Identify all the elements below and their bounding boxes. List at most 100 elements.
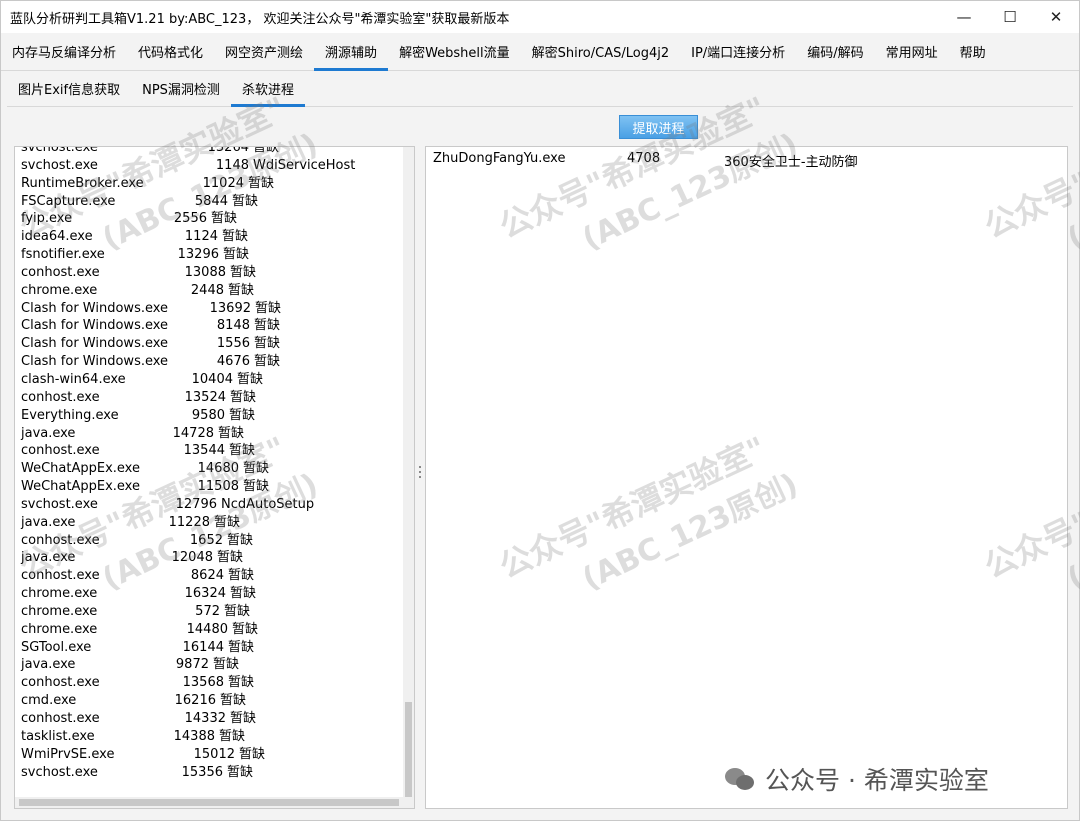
process-pid: 14480 [186,621,228,637]
process-name: java.exe [21,550,76,566]
process-name: conhost.exe [21,389,100,405]
tab-shiro-decrypt[interactable]: 解密Shiro/CAS/Log4j2 [521,33,680,70]
process-pid: 13568 [182,675,224,691]
scrollbar-thumb[interactable] [405,702,412,798]
process-desc: 暂缺 [229,443,256,459]
process-desc: 暂缺 [223,247,250,263]
footer-watermark: 公众号 · 希潭实验室 [723,761,989,797]
process-pid: 1556 [216,336,250,352]
process-pid: 13264 [207,146,249,155]
tab-encode-decode[interactable]: 编码/解码 [796,33,874,70]
process-name: java.exe [21,425,76,441]
process-pid: 14388 [173,728,215,744]
process-pid: 14332 [184,711,226,726]
process-name: conhost.exe [21,711,100,726]
process-pid: 9872 [175,657,209,673]
process-pid: 1148 [215,157,249,173]
tab-code-format[interactable]: 代码格式化 [127,33,214,70]
tab-memshell[interactable]: 内存马反编译分析 [1,33,127,70]
process-name: chrome.exe [21,621,98,637]
close-button[interactable]: ✕ [1033,1,1079,33]
process-name: FSCapture.exe [21,193,116,209]
subtab-exif[interactable]: 图片Exif信息获取 [7,71,131,106]
process-desc: 暂缺 [213,657,240,673]
process-name: svchost.exe [21,496,98,512]
process-name: Clash for Windows.exe [21,300,169,316]
process-name: idea64.exe [21,229,93,245]
process-name: conhost.exe [21,532,100,548]
process-pid: 8624 [190,568,224,584]
process-pid: 572 [195,603,220,619]
result-pid: 4708 [627,151,661,166]
process-pid: 1652 [189,532,223,548]
process-name: java.exe [21,514,76,530]
process-desc: 暂缺 [224,603,251,619]
process-name: fsnotifier.exe [21,247,105,263]
process-desc: 暂缺 [228,282,255,298]
process-pid: 10404 [191,371,233,387]
sub-tab-bar: 图片Exif信息获取 NPS漏洞检测 杀软进程 [7,71,1073,107]
process-pid: 16324 [184,586,226,602]
process-name: cmd.exe [21,693,77,709]
process-pid: 13692 [209,300,251,316]
horizontal-scrollbar[interactable] [15,797,414,808]
process-pid: 4676 [216,354,250,370]
process-desc: 暂缺 [230,586,257,602]
process-desc: 暂缺 [222,229,249,245]
process-desc: 暂缺 [254,336,281,352]
process-desc: 暂缺 [254,318,281,334]
maximize-button[interactable]: ☐ [987,1,1033,33]
tab-asset-mapping[interactable]: 网空资产测绘 [214,33,314,70]
process-pid: 13088 [184,264,226,280]
process-name: RuntimeBroker.exe [21,175,144,191]
process-name: Clash for Windows.exe [21,354,169,370]
wechat-logo-icon [723,764,757,794]
panel-splitter[interactable] [417,466,423,486]
result-row: ZhuDongFangYu.exe 4708 360安全卫士-主动防御 [433,151,1053,170]
process-pid: 15356 [181,764,223,780]
process-name: fyip.exe [21,211,73,227]
process-desc: 暂缺 [232,193,259,209]
process-name: chrome.exe [21,282,98,298]
process-pid: 13296 [177,247,219,263]
process-pid: 11508 [197,479,239,495]
process-pid: 9580 [191,407,225,423]
process-name: WeChatAppEx.exe [21,479,140,495]
subtab-nps[interactable]: NPS漏洞检测 [131,71,231,106]
subtab-av-process[interactable]: 杀软进程 [230,71,305,107]
scrollbar-thumb[interactable] [19,799,399,806]
minimize-button[interactable]: — [941,1,987,33]
process-name: conhost.exe [21,443,100,459]
tab-trace-assist[interactable]: 溯源辅助 [314,33,389,71]
process-desc: 暂缺 [254,354,281,370]
process-name: Everything.exe [21,407,119,423]
process-desc: 暂缺 [228,675,255,691]
process-desc: 暂缺 [229,407,256,423]
process-list-panel[interactable]: svchost.exe 13264 暂缺 svchost.exe 1148 WdiServ… [14,146,415,809]
tab-common-urls[interactable]: 常用网址 [875,33,949,70]
process-pid: 14728 [172,425,214,441]
process-desc: 暂缺 [232,621,259,637]
process-desc: 暂缺 [243,461,270,477]
tab-help[interactable]: 帮助 [949,33,997,70]
process-name: conhost.exe [21,264,100,280]
process-pid: 16216 [174,693,216,709]
process-desc: 暂缺 [217,550,244,566]
tab-webshell-decrypt[interactable]: 解密Webshell流量 [388,33,521,70]
result-panel[interactable]: ZhuDongFangYu.exe 4708 360安全卫士-主动防御 [425,146,1068,809]
extract-process-button[interactable]: 提取进程 [619,115,698,139]
process-pid: 12796 [175,496,217,512]
vertical-scrollbar[interactable] [403,147,414,799]
footer-watermark-text: 公众号 · 希潭实验室 [765,766,989,795]
process-pid: 13524 [184,389,226,405]
process-name: Clash for Windows.exe [21,336,169,352]
process-pid: 12048 [171,550,213,566]
process-pid: 14680 [197,461,239,477]
process-name: svchost.exe [21,146,98,155]
process-desc: 暂缺 [230,389,257,405]
process-pid: 13544 [183,443,225,459]
tab-ip-port[interactable]: IP/端口连接分析 [680,33,796,70]
process-name: chrome.exe [21,586,98,602]
process-desc: 暂缺 [214,514,241,530]
process-desc: NcdAutoSetup [221,496,315,512]
